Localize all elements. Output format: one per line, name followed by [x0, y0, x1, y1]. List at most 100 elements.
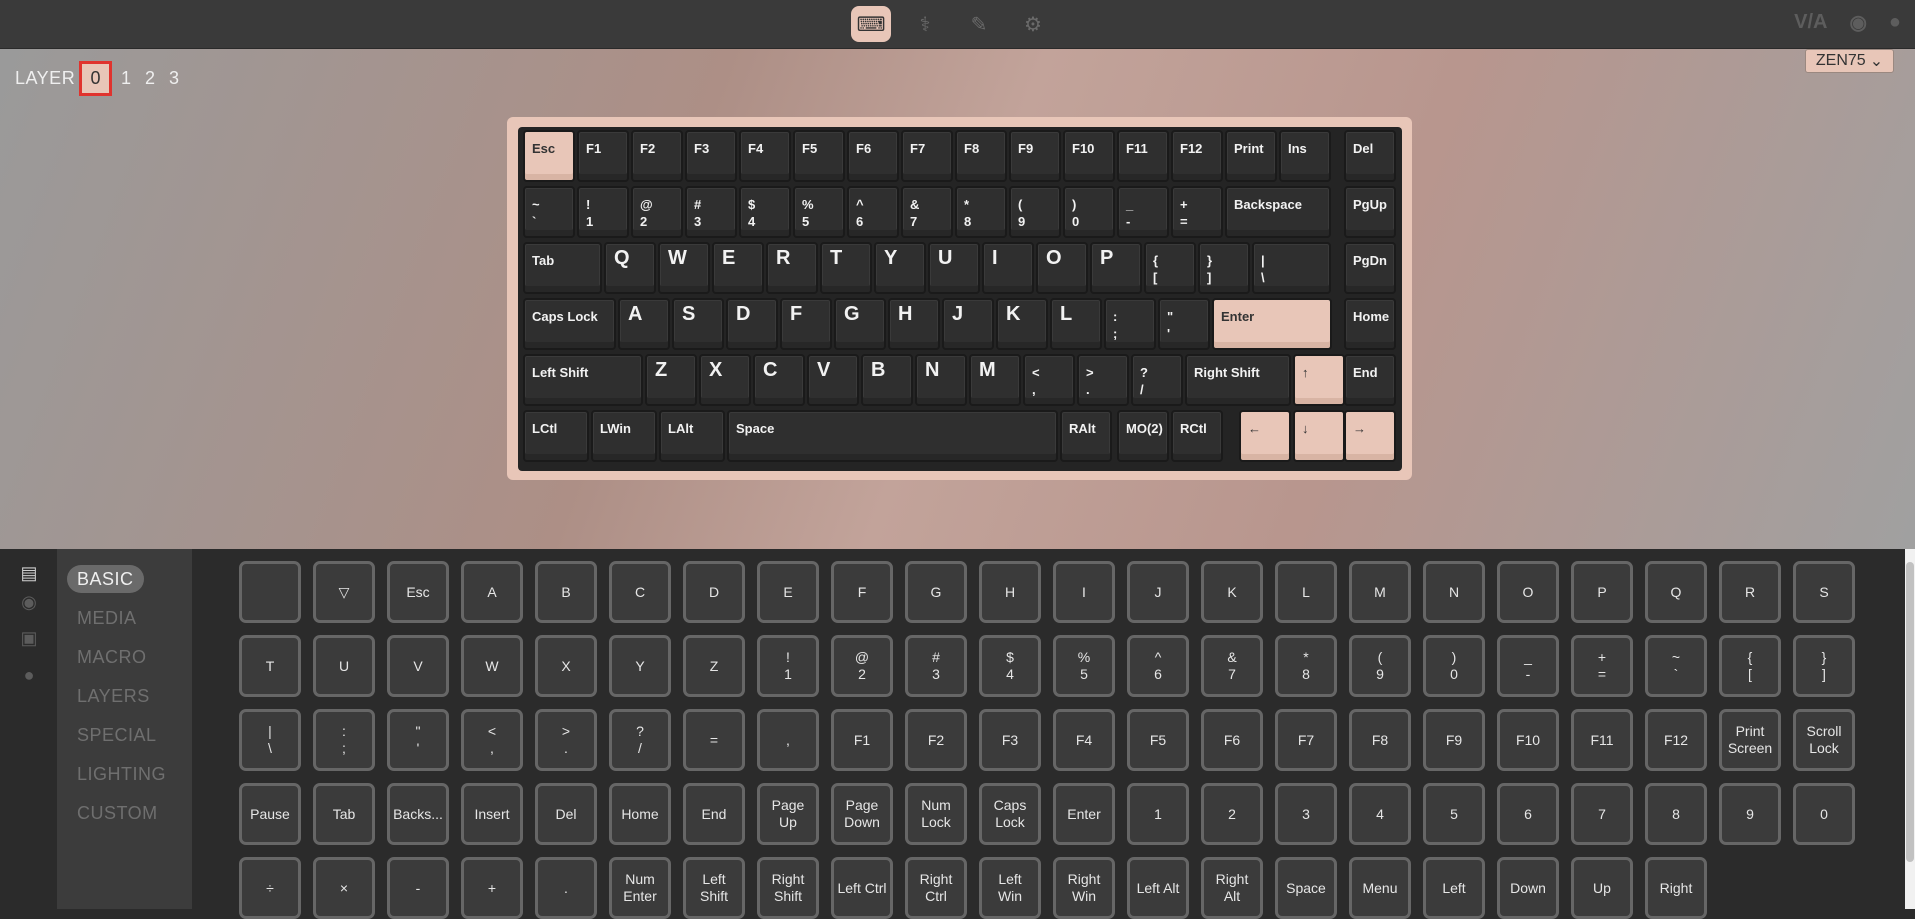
keycode-button[interactable]: × — [313, 857, 375, 919]
keyboard-key[interactable]: A — [618, 298, 670, 350]
keyboard-key[interactable]: LWin — [591, 410, 657, 462]
keycode-button[interactable]: C — [609, 561, 671, 623]
keyboard-key[interactable]: O — [1036, 242, 1088, 294]
keycode-button[interactable]: Left Shift — [683, 857, 745, 919]
keyboard-key[interactable]: Q — [604, 242, 656, 294]
keyboard-key[interactable]: <, — [1023, 354, 1075, 406]
keycode-button[interactable]: Backs... — [387, 783, 449, 845]
keyboard-key[interactable]: ↑ — [1293, 354, 1345, 406]
keycode-button[interactable]: , — [757, 709, 819, 771]
keycode-button[interactable]: + — [461, 857, 523, 919]
keycode-button[interactable]: F1 — [831, 709, 893, 771]
keyboard-key[interactable]: + = — [1171, 186, 1223, 238]
keyboard-key[interactable]: * 8 — [955, 186, 1007, 238]
device-select[interactable]: ZEN75 ⌄ — [1805, 49, 1894, 73]
gear-icon[interactable]: ⚙ — [1013, 6, 1053, 42]
keycode-button[interactable]: : ; — [313, 709, 375, 771]
keyboard-key[interactable]: PgDn — [1344, 242, 1396, 294]
keycode-button[interactable]: Left Win — [979, 857, 1041, 919]
keyboard-key[interactable]: Left Shift — [523, 354, 643, 406]
keyboard-key[interactable]: PgUp — [1344, 186, 1396, 238]
keycode-button[interactable]: Tab — [313, 783, 375, 845]
keycode-button[interactable]: N — [1423, 561, 1485, 623]
keycode-button[interactable]: M — [1349, 561, 1411, 623]
keycode-button[interactable]: Left Ctrl — [831, 857, 893, 919]
layer-3-button[interactable]: 3 — [164, 68, 184, 89]
keyboard-key[interactable]: RAlt — [1060, 410, 1112, 462]
keycode-button[interactable]: Z — [683, 635, 745, 697]
scrollbar-thumb[interactable] — [1906, 562, 1914, 862]
keycode-button[interactable]: 5 — [1423, 783, 1485, 845]
keycode-button[interactable]: - — [387, 857, 449, 919]
keyboard-key[interactable]: Caps Lock — [523, 298, 616, 350]
keyboard-key[interactable]: S — [672, 298, 724, 350]
keyboard-key[interactable]: " ' — [1158, 298, 1210, 350]
keycode-button[interactable]: _ - — [1497, 635, 1559, 697]
keyboard-key[interactable]: F12 — [1171, 130, 1223, 182]
keyboard-key[interactable]: :; — [1104, 298, 1156, 350]
keycode-button[interactable]: K — [1201, 561, 1263, 623]
keycode-button[interactable]: Left Alt — [1127, 857, 1189, 919]
keycode-button[interactable]: F3 — [979, 709, 1041, 771]
menu-media[interactable]: MEDIA — [67, 604, 147, 632]
keyboard-key[interactable]: V — [807, 354, 859, 406]
keyboard-key[interactable]: ^ 6 — [847, 186, 899, 238]
keycode-button[interactable]: = — [683, 709, 745, 771]
keyboard-key[interactable]: End — [1344, 354, 1396, 406]
keyboard-key[interactable]: (9 — [1009, 186, 1061, 238]
keyboard-key[interactable]: RCtl — [1171, 410, 1223, 462]
keyboard-key[interactable]: ? / — [1131, 354, 1183, 406]
keycode-button[interactable]: & 7 — [1201, 635, 1263, 697]
keyboard-key[interactable]: F8 — [955, 130, 1007, 182]
keycode-button[interactable]: 8 — [1645, 783, 1707, 845]
keycode-button[interactable]: T — [239, 635, 301, 697]
keyboard-key[interactable]: F6 — [847, 130, 899, 182]
book-icon[interactable]: ▤ — [19, 563, 39, 583]
keycode-button[interactable]: D — [683, 561, 745, 623]
keyboard-key[interactable]: P — [1090, 242, 1142, 294]
keycode-button[interactable]: 9 — [1719, 783, 1781, 845]
keyboard-key[interactable]: ) 0 — [1063, 186, 1115, 238]
keycode-button[interactable]: O — [1497, 561, 1559, 623]
keycode-button[interactable]: 2 — [1201, 783, 1263, 845]
keyboard-key[interactable]: ! 1 — [577, 186, 629, 238]
keyboard-key[interactable]: F9 — [1009, 130, 1061, 182]
keyboard-key[interactable]: $4 — [739, 186, 791, 238]
keycode-button[interactable]: Up — [1571, 857, 1633, 919]
keycode-button[interactable]: E — [757, 561, 819, 623]
keycode-button[interactable]: G — [905, 561, 967, 623]
keycode-button[interactable]: ÷ — [239, 857, 301, 919]
via-logo-icon[interactable]: V/A — [1794, 10, 1827, 35]
keyboard-key[interactable]: F10 — [1063, 130, 1115, 182]
keycode-button[interactable]: A — [461, 561, 523, 623]
keycode-button[interactable]: ~ ` — [1645, 635, 1707, 697]
keyboard-key[interactable]: G — [834, 298, 886, 350]
keycode-button[interactable]: S — [1793, 561, 1855, 623]
keyboard-key[interactable]: MO(2) — [1117, 410, 1169, 462]
keyboard-key[interactable]: Home — [1344, 298, 1396, 350]
keycode-button[interactable]: Insert — [461, 783, 523, 845]
keyboard-key[interactable]: >. — [1077, 354, 1129, 406]
keyboard-key[interactable]: Space — [727, 410, 1058, 462]
keyboard-key[interactable]: F11 — [1117, 130, 1169, 182]
keycode-button[interactable]: ! 1 — [757, 635, 819, 697]
keyboard-key[interactable]: Backspace — [1225, 186, 1331, 238]
keycode-button[interactable]: 3 — [1275, 783, 1337, 845]
keycode-button[interactable]: 4 — [1349, 783, 1411, 845]
keyboard-key[interactable]: K — [996, 298, 1048, 350]
keycode-button[interactable]: @ 2 — [831, 635, 893, 697]
keycode-button[interactable]: F7 — [1275, 709, 1337, 771]
discord-icon[interactable]: ◉ — [1849, 10, 1866, 35]
keycode-button[interactable]: * 8 — [1275, 635, 1337, 697]
keycode-button[interactable]: Page Down — [831, 783, 893, 845]
keyboard-key[interactable]: F3 — [685, 130, 737, 182]
keycode-button[interactable]: Space — [1275, 857, 1337, 919]
keyboard-key[interactable]: #3 — [685, 186, 737, 238]
keycode-button[interactable]: V — [387, 635, 449, 697]
keycode-button[interactable]: J — [1127, 561, 1189, 623]
keycode-button[interactable]: . — [535, 857, 597, 919]
keyboard-key[interactable]: _ - — [1117, 186, 1169, 238]
keycode-button[interactable]: Caps Lock — [979, 783, 1041, 845]
layer-1-button[interactable]: 1 — [116, 68, 136, 89]
keyboard-key[interactable]: C — [753, 354, 805, 406]
